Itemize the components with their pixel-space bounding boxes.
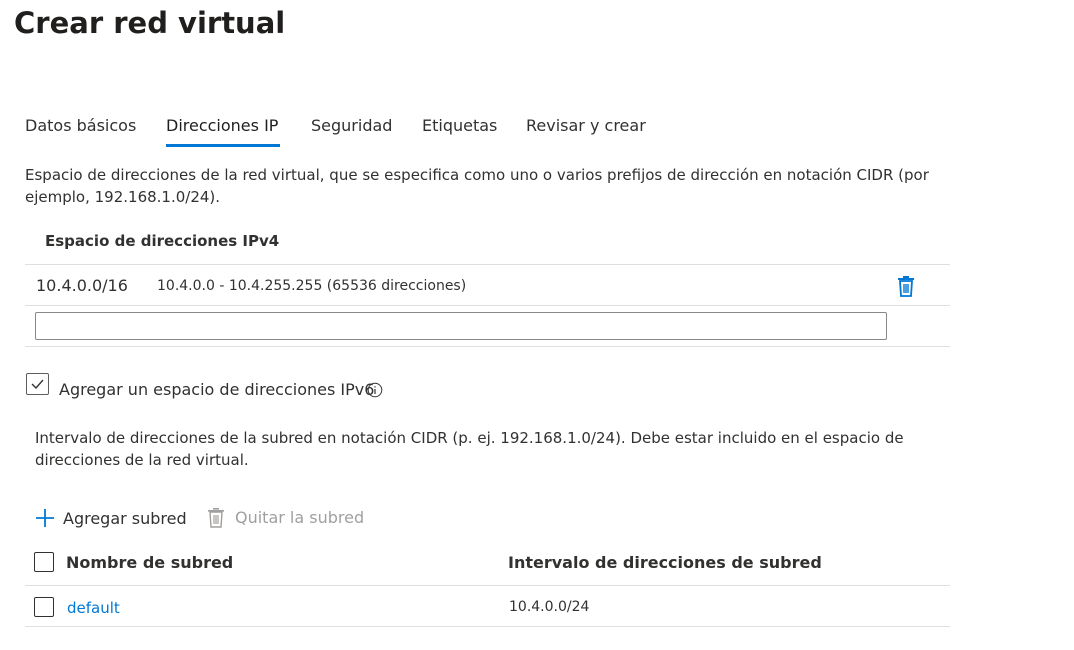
subnet-range: 10.4.0.0/24 [509,599,590,615]
select-all-checkbox[interactable] [34,552,54,572]
tab-etiquetas[interactable]: Etiquetas [422,116,497,135]
divider [25,264,950,265]
ipv4-column-header: Espacio de direcciones IPv4 [45,232,280,250]
tab-direcciones-ip[interactable]: Direcciones IP [166,116,278,135]
page-title: Crear red virtual [14,6,286,40]
checkmark-icon [31,379,44,390]
add-subnet-label: Agregar subred [63,508,187,528]
ipv4-range: 10.4.0.0 - 10.4.255.255 (65536 direccion… [157,278,467,294]
tab-seguridad[interactable]: Seguridad [311,116,392,135]
add-subnet-button[interactable]: Agregar subred [35,508,187,528]
tab-datos-basicos[interactable]: Datos básicos [25,116,136,135]
remove-subnet-button[interactable]: Quitar la subred [207,507,364,528]
ipv4-description: Espacio de direcciones de la red virtual… [25,166,929,206]
new-address-space-input[interactable] [35,312,887,340]
divider [25,626,950,627]
row-checkbox[interactable] [34,597,54,617]
subnet-name-header: Nombre de subred [66,553,234,572]
subnet-range-header: Intervalo de direcciones de subred [508,553,822,572]
divider [25,305,950,306]
ipv6-label: Agregar un espacio de direcciones IPv6 [59,380,375,399]
active-tab-indicator [166,144,280,147]
subnet-description: Intervalo de direcciones de la subred en… [35,429,904,469]
divider [25,585,950,586]
divider [25,346,950,347]
ipv6-checkbox[interactable] [26,373,49,395]
delete-icon[interactable] [896,275,916,297]
subnet-name-link[interactable]: default [67,599,120,617]
remove-subnet-label: Quitar la subred [235,508,365,527]
info-icon[interactable] [367,382,383,398]
tab-revisar-y-crear[interactable]: Revisar y crear [526,116,646,135]
plus-icon [36,509,54,527]
ipv4-cidr: 10.4.0.0/16 [36,276,128,295]
trash-icon [208,508,224,528]
